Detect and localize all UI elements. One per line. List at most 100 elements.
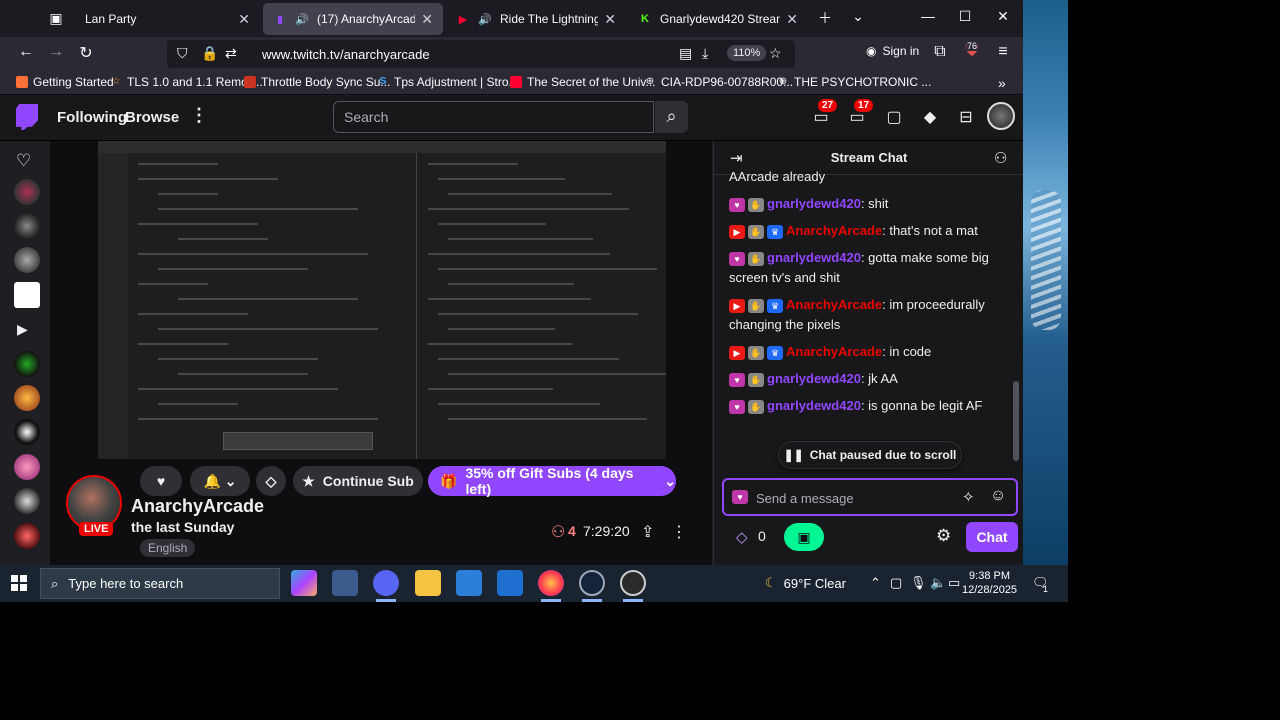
address-bar[interactable]: ⛉ 🔒 ⇄ www.twitch.tv/anarchyarcade ▤ ⤓ 11…: [167, 40, 795, 68]
windows-start-icon[interactable]: [11, 575, 27, 591]
bits-button[interactable]: ◇: [256, 466, 286, 496]
reader-view-icon[interactable]: ▤: [679, 45, 692, 62]
new-tab-icon[interactable]: ＋: [815, 8, 835, 28]
chat-username[interactable]: AnarchyArcade: [786, 344, 882, 359]
bookmark-item[interactable]: S Tps Adjustment | Stro...: [377, 75, 519, 89]
crown-badge-icon[interactable]: ♛: [767, 345, 783, 360]
whispers-icon[interactable]: ▢: [883, 107, 905, 127]
download-icon[interactable]: ⤓: [702, 45, 708, 62]
continue-sub-button[interactable]: ★ Continue Sub: [293, 466, 423, 496]
channel-avatar[interactable]: [14, 179, 40, 205]
gift-bonus-button[interactable]: ▣: [784, 523, 824, 551]
show-hidden-icons[interactable]: ⌃: [870, 575, 881, 591]
more-options-icon[interactable]: ⋮: [671, 522, 687, 542]
following-link[interactable]: Following: [57, 109, 127, 126]
language-tag[interactable]: English: [140, 539, 196, 557]
mail-icon[interactable]: [497, 570, 523, 596]
discord-icon[interactable]: [373, 570, 399, 596]
subscriber-badge-icon[interactable]: ♥: [729, 372, 745, 387]
tab-kick[interactable]: K Gnarlydewd420 Stream - Watch ✕: [628, 3, 808, 35]
inbox-icon[interactable]: ▭ 27: [810, 99, 838, 127]
crown-badge-icon[interactable]: ♛: [767, 224, 783, 239]
notification-bell-button[interactable]: 🔔 ⌄: [190, 466, 250, 496]
hand-badge-icon[interactable]: ✋: [748, 298, 764, 313]
tab-youtube[interactable]: ▶ 🔊 Ride The Lightning (Remaster ✕: [446, 3, 626, 35]
search-icon[interactable]: ⌕: [655, 101, 688, 133]
subscriber-badge-icon[interactable]: ♥: [729, 197, 745, 212]
chat-username[interactable]: gnarlydewd420: [767, 196, 861, 211]
menu-icon[interactable]: ≡: [992, 43, 1014, 61]
bookmark-item[interactable]: ⊕ THE PSYCHOTRONIC ...: [777, 75, 932, 89]
close-icon[interactable]: ✕: [421, 11, 433, 28]
chat-paused-banner[interactable]: ❚❚ Chat paused due to scroll: [778, 441, 962, 469]
hand-badge-icon[interactable]: ✋: [748, 224, 764, 239]
volume-icon[interactable]: 🔈: [930, 575, 946, 591]
chat-username[interactable]: gnarlydewd420: [767, 371, 861, 386]
chat-username[interactable]: gnarlydewd420: [767, 250, 861, 265]
tab-overview-icon[interactable]: ▣: [46, 10, 66, 27]
channel-avatar[interactable]: [14, 419, 40, 445]
chat-input-box[interactable]: ♥ ✧ ☺: [722, 478, 1018, 516]
chat-username[interactable]: AnarchyArcade: [786, 297, 882, 312]
extensions-icon[interactable]: ⧉: [929, 43, 951, 61]
subscriber-badge-icon[interactable]: ♥: [732, 490, 748, 504]
chat-scrollbar-thumb[interactable]: [1013, 381, 1019, 461]
back-icon[interactable]: ←: [15, 43, 37, 61]
channel-name[interactable]: AnarchyArcade: [131, 496, 264, 517]
notifications-icon[interactable]: ▭ 17: [846, 99, 874, 127]
chat-username[interactable]: AnarchyArcade: [786, 223, 882, 238]
channel-avatar[interactable]: [14, 213, 40, 239]
tab-list-icon[interactable]: ⌄: [848, 8, 868, 25]
channel-avatar[interactable]: [14, 454, 40, 480]
bookmark-star-icon[interactable]: ☆: [769, 45, 782, 62]
taskbar-search-box[interactable]: ⌕ Type here to search: [40, 568, 280, 599]
chat-scrollbar[interactable]: [1012, 178, 1020, 466]
hand-badge-icon[interactable]: ✋: [748, 197, 764, 212]
settings-gear-icon[interactable]: ⚙: [936, 526, 951, 546]
more-bookmarks-icon[interactable]: »: [998, 75, 1006, 91]
hand-badge-icon[interactable]: ✋: [748, 345, 764, 360]
browse-link[interactable]: Browse: [125, 109, 179, 126]
lock-icon[interactable]: 🔒: [201, 45, 218, 62]
broadcaster-badge-icon[interactable]: ▶: [729, 345, 745, 360]
broadcaster-badge-icon[interactable]: ▶: [729, 224, 745, 239]
close-icon[interactable]: ✕: [786, 11, 798, 28]
tab-twitch[interactable]: ▮ 🔊 (17) AnarchyArcade - Twitch ✕: [263, 3, 443, 35]
prime-icon[interactable]: ⊟: [955, 107, 977, 127]
follow-heart-button[interactable]: ♥: [140, 466, 182, 496]
microsoft-store-icon[interactable]: [456, 570, 482, 596]
bookmark-item[interactable]: Getting Started: [16, 75, 114, 89]
video-camera-icon[interactable]: ▶: [17, 321, 28, 338]
window-close-icon[interactable]: ✕: [993, 8, 1013, 25]
channel-avatar[interactable]: [14, 488, 40, 514]
more-options-icon[interactable]: ⋮: [190, 105, 208, 126]
gift-subs-button[interactable]: 🎁 35% off Gift Subs (4 days left) ⌄: [428, 465, 676, 497]
subscriber-badge-icon[interactable]: ♥: [729, 399, 745, 414]
hand-badge-icon[interactable]: ✋: [748, 251, 764, 266]
app-icon[interactable]: [332, 570, 358, 596]
bookmark-item[interactable]: Throttle Body Sync Su...: [244, 75, 390, 89]
user-avatar[interactable]: [987, 102, 1015, 130]
community-icon[interactable]: ⚇: [994, 149, 1007, 167]
forward-icon[interactable]: →: [45, 43, 67, 61]
share-icon[interactable]: ⇪: [641, 522, 654, 542]
video-player[interactable]: [50, 141, 712, 459]
steam-icon[interactable]: [579, 570, 605, 596]
minimize-icon[interactable]: —: [918, 8, 938, 24]
channel-avatar[interactable]: [14, 523, 40, 549]
hype-icon[interactable]: ✧: [962, 488, 975, 506]
firefox-icon[interactable]: [538, 570, 564, 596]
reload-icon[interactable]: ↻: [75, 43, 97, 63]
system-clock[interactable]: 9:38 PM 12/28/2025: [962, 569, 1017, 597]
microphone-icon[interactable]: 🎙: [910, 575, 927, 591]
shield-icon[interactable]: ⛉: [177, 45, 188, 62]
file-explorer-icon[interactable]: [415, 570, 441, 596]
hand-badge-icon[interactable]: ✋: [748, 372, 764, 387]
channel-points-icon[interactable]: ◇: [736, 528, 748, 546]
sign-in-button[interactable]: ◉ Sign in: [866, 44, 919, 58]
broadcaster-badge-icon[interactable]: ▶: [729, 298, 745, 313]
bookmark-item[interactable]: The Secret of the Univ...: [510, 75, 656, 89]
chat-username[interactable]: gnarlydewd420: [767, 398, 861, 413]
bits-icon[interactable]: ◆: [919, 107, 941, 127]
emote-smile-icon[interactable]: ☺: [990, 487, 1006, 505]
